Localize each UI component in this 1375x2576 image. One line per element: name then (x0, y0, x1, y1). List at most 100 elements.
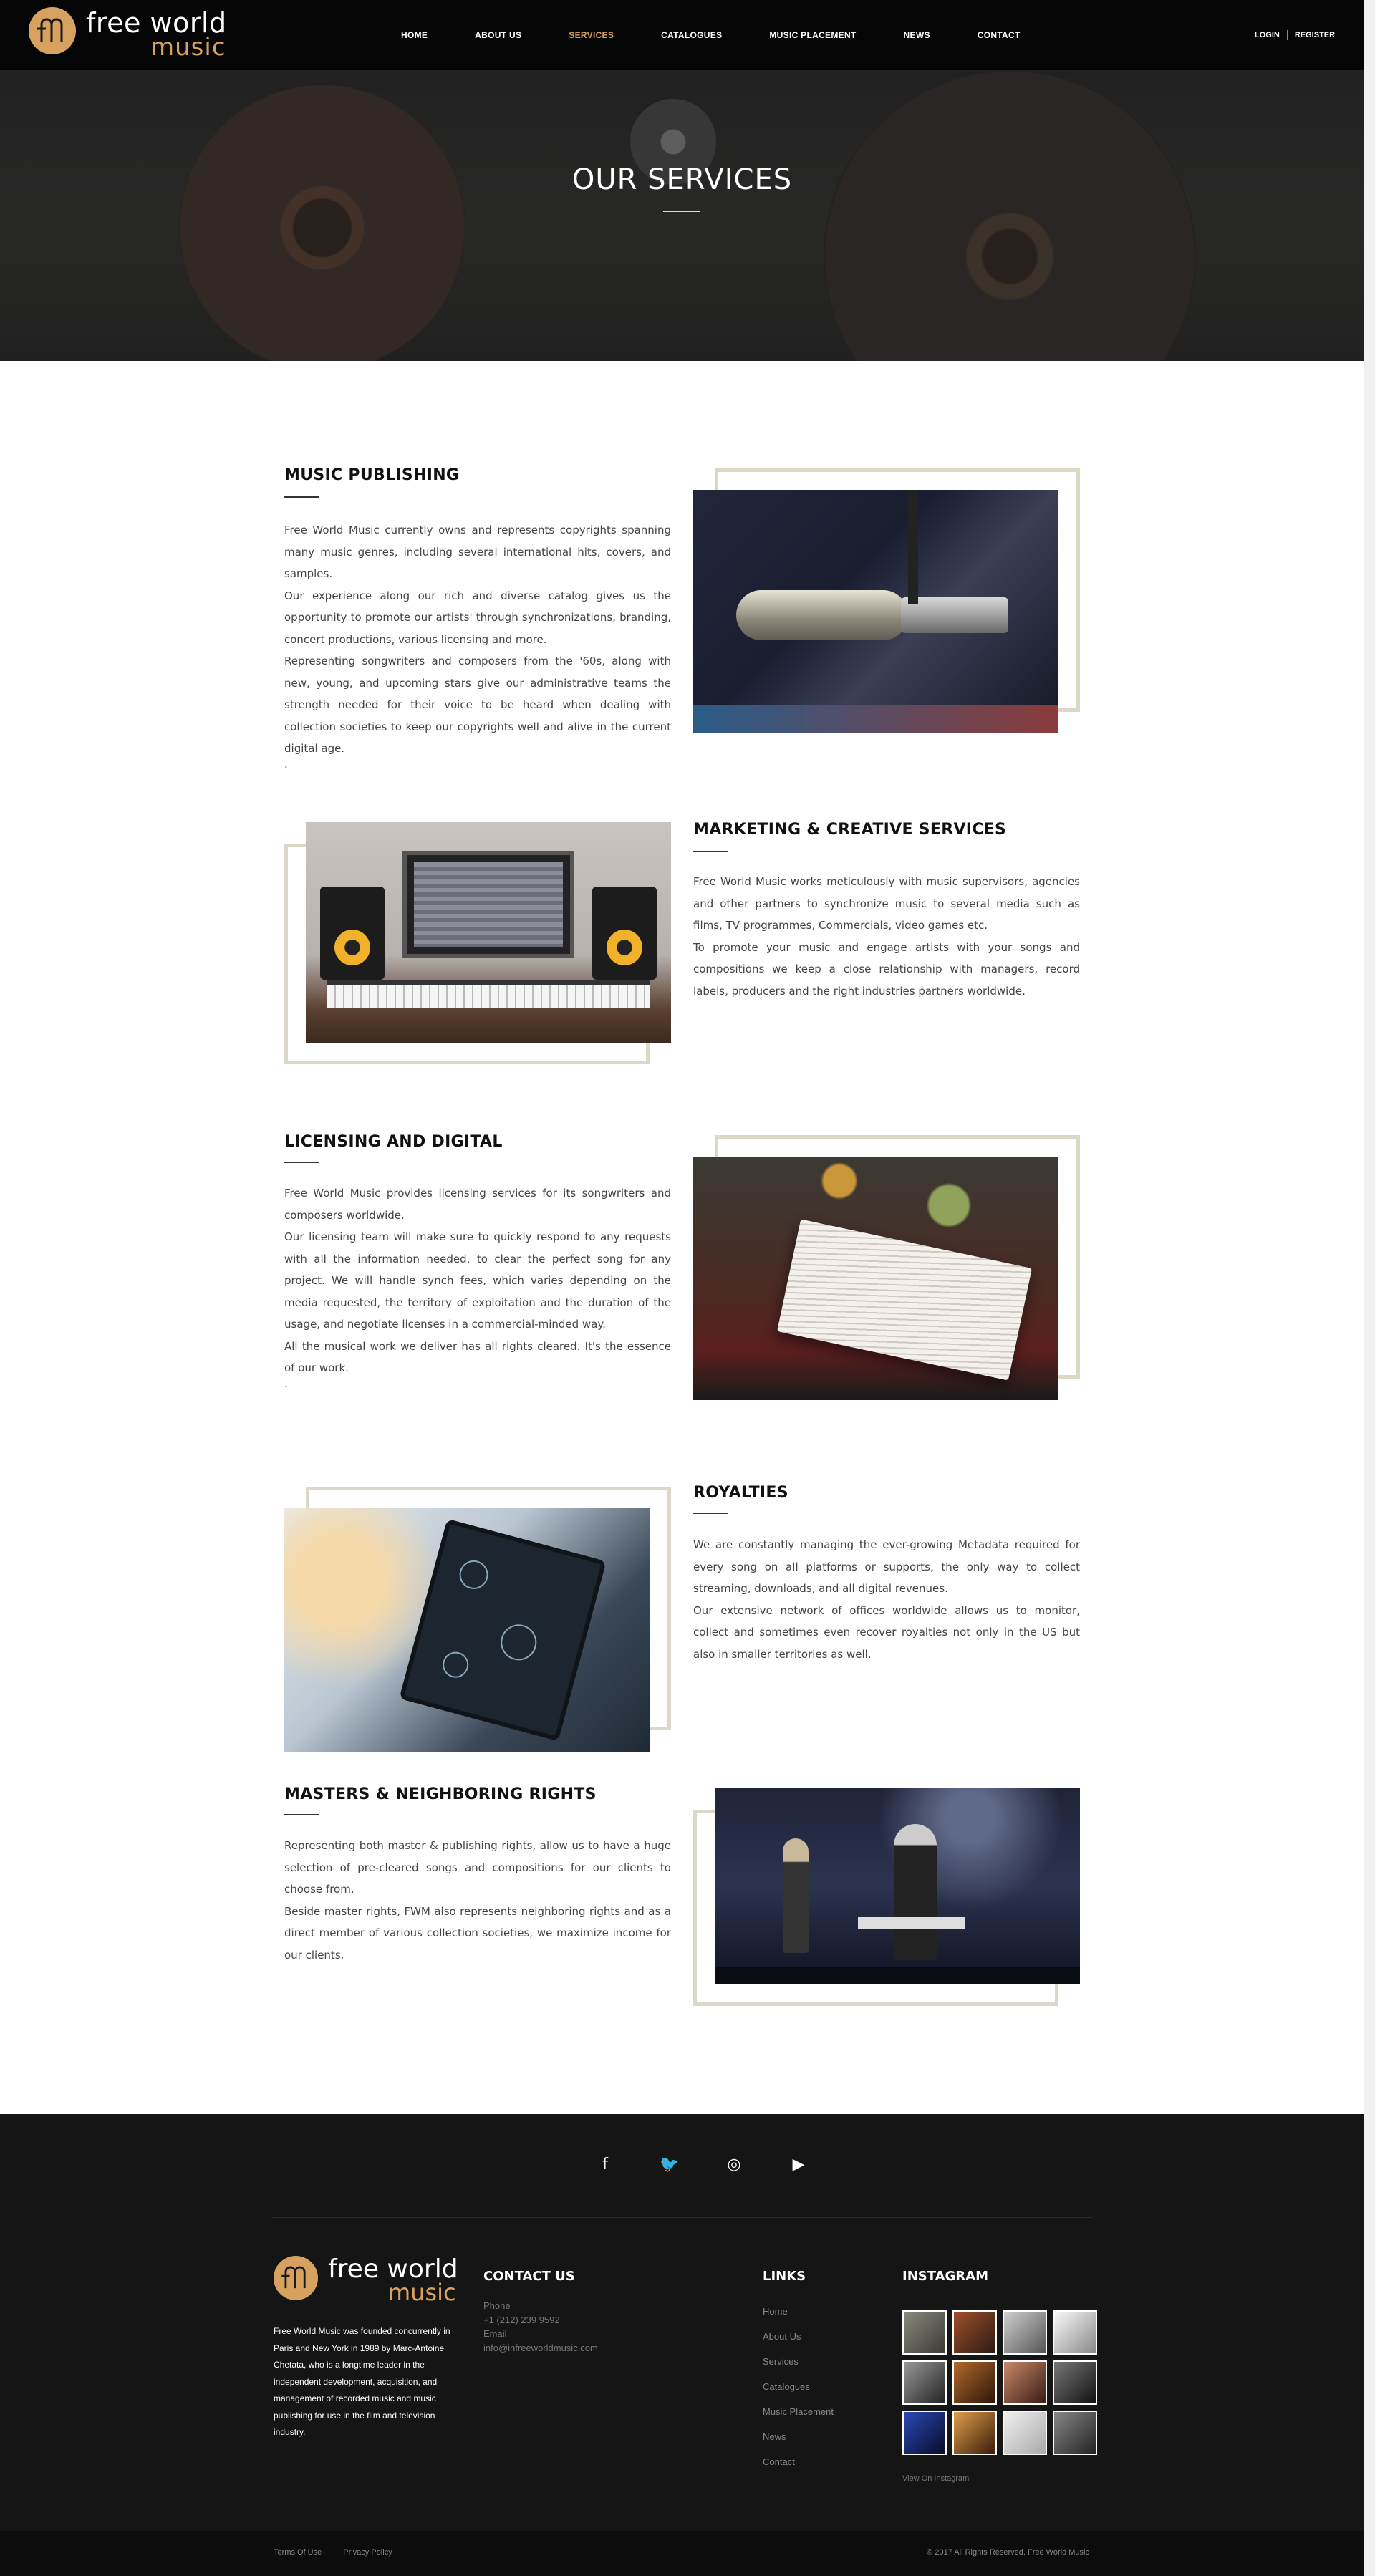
section-text-marketing: Free World Music works meticulously with… (693, 871, 1080, 1002)
auth-divider (1286, 30, 1288, 40)
site-footer: f 🐦 ◎ ▶ free world music Free World Musi… (0, 2114, 1364, 2531)
nav-home[interactable]: HOME (401, 30, 428, 40)
legal-links: Terms Of Use Privacy Policy (274, 2548, 414, 2557)
scrollbar[interactable] (1364, 0, 1375, 2576)
nav-services[interactable]: SERVICES (569, 30, 614, 40)
nav-news[interactable]: NEWS (904, 30, 930, 40)
footer-link-music-placement[interactable]: Music Placement (763, 2406, 834, 2431)
section-underline (284, 1162, 319, 1163)
instagram-thumbnail[interactable] (1053, 2310, 1097, 2355)
paragraph: Free World Music works meticulously with… (693, 875, 1080, 932)
paragraph: Free World Music provides licensing serv… (284, 1187, 671, 1222)
footer-links: Home About Us Services Catalogues Music … (763, 2306, 834, 2481)
facebook-icon[interactable]: f (573, 2156, 637, 2174)
instagram-thumbnail[interactable] (952, 2360, 997, 2405)
paragraph: Our licensing team will make sure to qui… (284, 1230, 671, 1331)
section-underline (693, 851, 728, 852)
paragraph: Our extensive network of offices worldwi… (693, 1603, 1080, 1661)
paragraph: All the musical work we deliver has all … (284, 1339, 671, 1375)
nav-catalogues[interactable]: CATALOGUES (661, 30, 722, 40)
twitter-icon[interactable]: 🐦 (637, 2156, 702, 2174)
hero-banner: OUR SERVICES (0, 70, 1364, 361)
paragraph: To promote your music and engage artists… (693, 940, 1080, 998)
instagram-thumbnail[interactable] (952, 2310, 997, 2355)
footer-about-text: Free World Music was founded concurrentl… (274, 2326, 450, 2437)
section-text-masters: Representing both master & publishing ri… (284, 1835, 671, 1966)
sheet-music-image (693, 1157, 1058, 1400)
footer-link-news[interactable]: News (763, 2431, 834, 2456)
instagram-icon[interactable]: ◎ (702, 2156, 766, 2174)
section-title-marketing: MARKETING & CREATIVE SERVICES (693, 821, 1007, 839)
instagram-thumbnail[interactable] (1053, 2360, 1097, 2405)
tablet-analytics-image (284, 1508, 650, 1752)
instagram-thumbnail[interactable] (902, 2310, 947, 2355)
section-underline (284, 496, 319, 498)
footer-link-contact[interactable]: Contact (763, 2456, 834, 2481)
footer-link-about-us[interactable]: About Us (763, 2331, 834, 2356)
paragraph: Beside master rights, FWM also represent… (284, 1904, 671, 1962)
hero-overlay (0, 70, 1364, 361)
section-text-licensing: Free World Music provides licensing serv… (284, 1182, 671, 1390)
instagram-thumbnail[interactable] (952, 2411, 997, 2455)
paragraph: We are constantly managing the ever-grow… (693, 1538, 1080, 1595)
footer-bottom-bar: Terms Of Use Privacy Policy © 2017 All R… (0, 2531, 1364, 2576)
instagram-thumbnail[interactable] (1003, 2310, 1047, 2355)
logo-mark-icon (274, 2256, 318, 2300)
nav-about-us[interactable]: ABOUT US (475, 30, 521, 40)
footer-divider (272, 2217, 1092, 2218)
login-link[interactable]: LOGIN (1255, 31, 1280, 39)
social-links: f 🐦 ◎ ▶ (573, 2156, 831, 2174)
site-header: free world music HOME ABOUT US SERVICES … (0, 0, 1364, 70)
section-title-masters: MASTERS & NEIGHBORING RIGHTS (284, 1785, 597, 1803)
email-label: Email (483, 2328, 507, 2339)
footer-link-home[interactable]: Home (763, 2306, 834, 2331)
nav-contact[interactable]: CONTACT (978, 30, 1021, 40)
page-title: OUR SERVICES (571, 163, 793, 196)
footer-heading-contact: CONTACT US (483, 2269, 575, 2284)
paragraph: . (284, 1376, 288, 1390)
section-underline (693, 1513, 728, 1514)
phone-number[interactable]: +1 (212) 239 9592 (483, 2313, 598, 2327)
youtube-icon[interactable]: ▶ (766, 2156, 831, 2174)
footer-contact-info: Phone +1 (212) 239 9592 Email info@infre… (483, 2299, 598, 2355)
paragraph: Representing songwriters and composers f… (284, 655, 671, 755)
section-title-music-publishing: MUSIC PUBLISHING (284, 466, 460, 484)
paragraph: Free World Music currently owns and repr… (284, 524, 671, 580)
instagram-thumbnail[interactable] (902, 2360, 947, 2405)
privacy-link[interactable]: Privacy Policy (343, 2548, 392, 2557)
concert-stage-image (715, 1788, 1080, 1984)
paragraph: Our experience along our rich and divers… (284, 589, 671, 646)
footer-logo[interactable]: free world music (274, 2254, 467, 2306)
instagram-grid (902, 2310, 1097, 2455)
hero-title-underline (663, 211, 700, 212)
paragraph: Representing both master & publishing ri… (284, 1839, 671, 1896)
section-underline (284, 1814, 319, 1815)
main-nav: HOME ABOUT US SERVICES CATALOGUES MUSIC … (401, 30, 1068, 40)
instagram-thumbnail[interactable] (902, 2411, 947, 2455)
studio-image (306, 822, 671, 1043)
microphone-image (693, 490, 1058, 733)
footer-heading-instagram: INSTAGRAM (902, 2269, 989, 2284)
footer-link-catalogues[interactable]: Catalogues (763, 2381, 834, 2406)
nav-music-placement[interactable]: MUSIC PLACEMENT (769, 30, 856, 40)
logo-text-music: music (150, 33, 226, 62)
register-link[interactable]: REGISTER (1295, 31, 1335, 39)
instagram-thumbnail[interactable] (1003, 2411, 1047, 2455)
email-address[interactable]: info@infreeworldmusic.com (483, 2341, 598, 2355)
logo-mark-icon (29, 7, 76, 54)
section-title-royalties: ROYALTIES (693, 1484, 788, 1502)
instagram-thumbnail[interactable] (1053, 2411, 1097, 2455)
instagram-thumbnail[interactable] (1003, 2360, 1047, 2405)
logo[interactable]: free world music (29, 7, 236, 62)
footer-heading-links: LINKS (763, 2269, 806, 2284)
section-text-music-publishing: Free World Music currently owns and repr… (284, 519, 671, 771)
phone-label: Phone (483, 2300, 511, 2311)
view-on-instagram-link[interactable]: View On Instagram (902, 2474, 969, 2483)
logo-text-music: music (388, 2279, 456, 2306)
paragraph: . (284, 757, 288, 771)
auth-links: LOGIN REGISTER (1255, 30, 1335, 40)
terms-link[interactable]: Terms Of Use (274, 2548, 322, 2557)
section-title-licensing: LICENSING AND DIGITAL (284, 1133, 503, 1151)
footer-link-services[interactable]: Services (763, 2356, 834, 2381)
section-text-royalties: We are constantly managing the ever-grow… (693, 1534, 1080, 1665)
